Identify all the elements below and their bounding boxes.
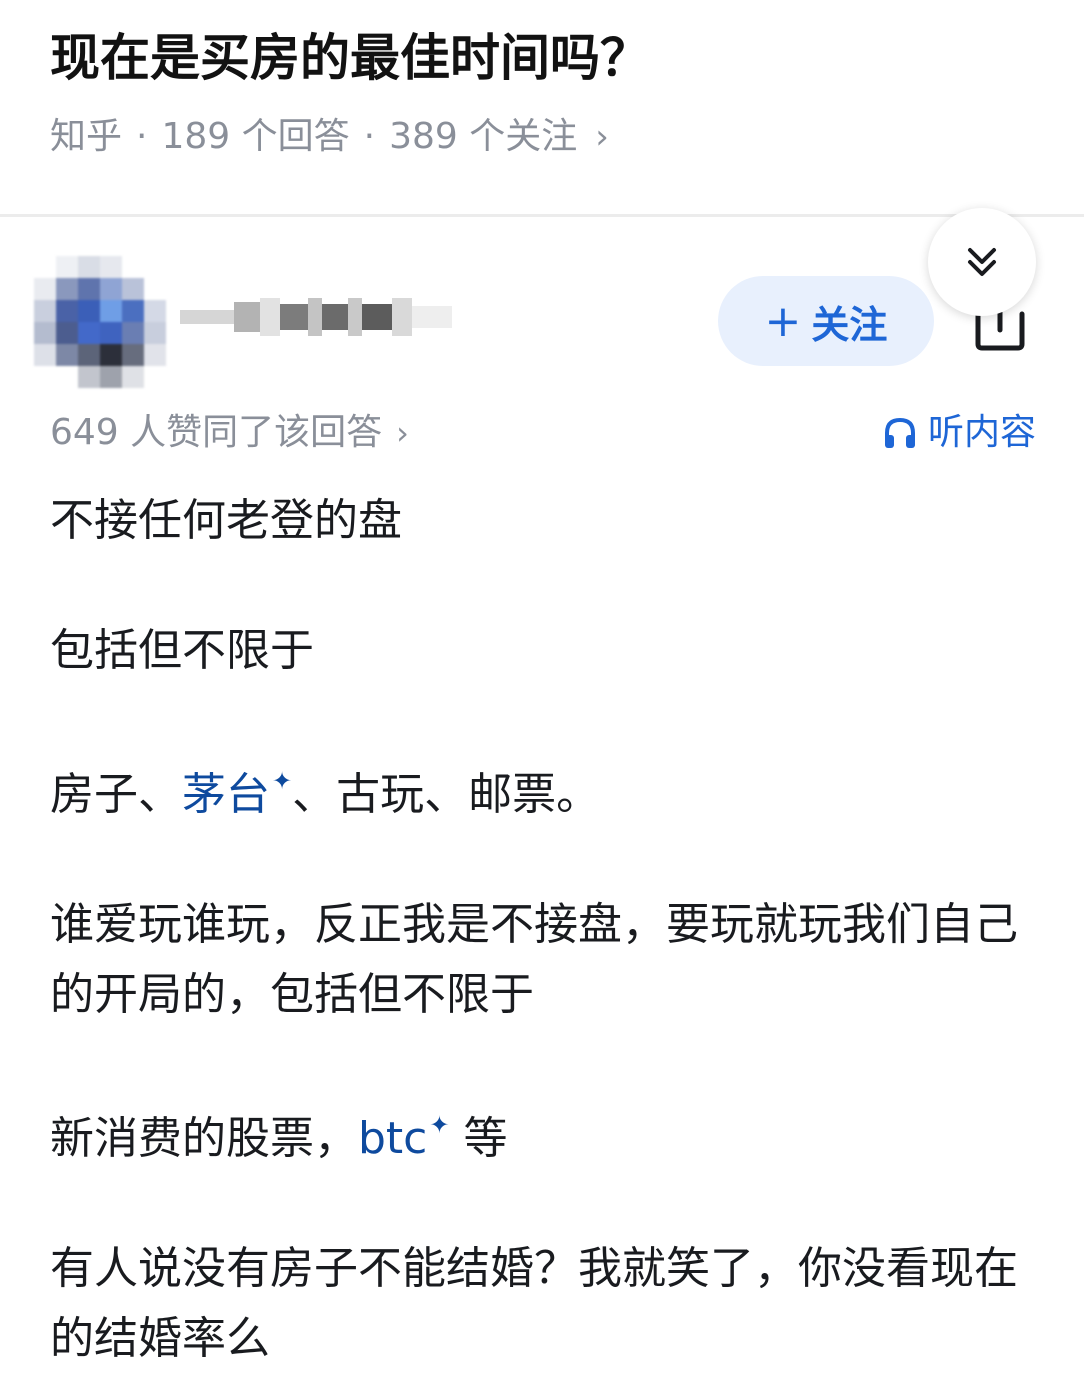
keyword-link-maotai[interactable]: 茅台 <box>182 769 270 820</box>
followers-count: 389 个关注 <box>389 116 578 157</box>
answer-content: 不接任何老登的盘 包括但不限于 房子、茅台✦、古玩、邮票。 谁爱玩谁玩，反正我是… <box>50 486 1040 1374</box>
answers-count: 189 个回答 <box>161 116 350 157</box>
vote-count[interactable]: 649 人赞同了该回答 › <box>50 408 409 458</box>
answer-paragraph: 有人说没有房子不能结婚？我就笑了，你没看现在的结婚率么 <box>50 1243 1018 1364</box>
chevron-right-icon: › <box>396 414 409 452</box>
listen-button[interactable]: 听内容 <box>882 408 1036 458</box>
paragraph-text: 房子、 <box>50 769 182 820</box>
answer-paragraph: 房子、茅台✦、古玩、邮票。 <box>50 746 1040 830</box>
question-meta[interactable]: 知乎 · 189 个回答 · 389 个关注 › <box>50 112 609 162</box>
author-name[interactable] <box>180 292 480 342</box>
paragraph-text: 等 <box>449 1113 508 1164</box>
avatar[interactable] <box>34 256 166 388</box>
question-title[interactable]: 现在是买房的最佳时间吗？ <box>50 26 650 90</box>
follow-label: 关注 <box>811 302 888 347</box>
answer-paragraph: 谁爱玩谁玩，反正我是不接盘，要玩就玩我们自己的开局的，包括但不限于 <box>50 899 1018 1020</box>
source-label: 知乎 <box>50 116 123 157</box>
paragraph-text: 、古玩、邮票。 <box>292 769 601 820</box>
paragraph-text: 新消费的股票， <box>50 1113 358 1164</box>
answer-paragraph: 不接任何老登的盘 <box>50 495 402 546</box>
sparkle-icon: ✦ <box>272 767 293 795</box>
collapse-button[interactable] <box>928 208 1036 316</box>
answer-paragraph: 包括但不限于 <box>50 625 314 676</box>
section-divider <box>0 214 1084 217</box>
plus-icon: + <box>764 295 802 347</box>
listen-label: 听内容 <box>927 412 1036 453</box>
headphones-icon <box>884 417 915 448</box>
meta-separator: · <box>136 116 148 157</box>
keyword-link-btc[interactable]: btc <box>358 1113 427 1164</box>
chevrons-down-icon <box>968 248 996 276</box>
sparkle-icon: ✦ <box>429 1111 450 1139</box>
chevron-right-icon: › <box>595 117 609 157</box>
meta-separator: · <box>363 116 376 157</box>
answer-paragraph: 新消费的股票，btc✦ 等 <box>50 1090 1040 1174</box>
votes-label: 649 人赞同了该回答 <box>50 412 383 453</box>
follow-button[interactable]: + 关注 <box>718 276 934 366</box>
